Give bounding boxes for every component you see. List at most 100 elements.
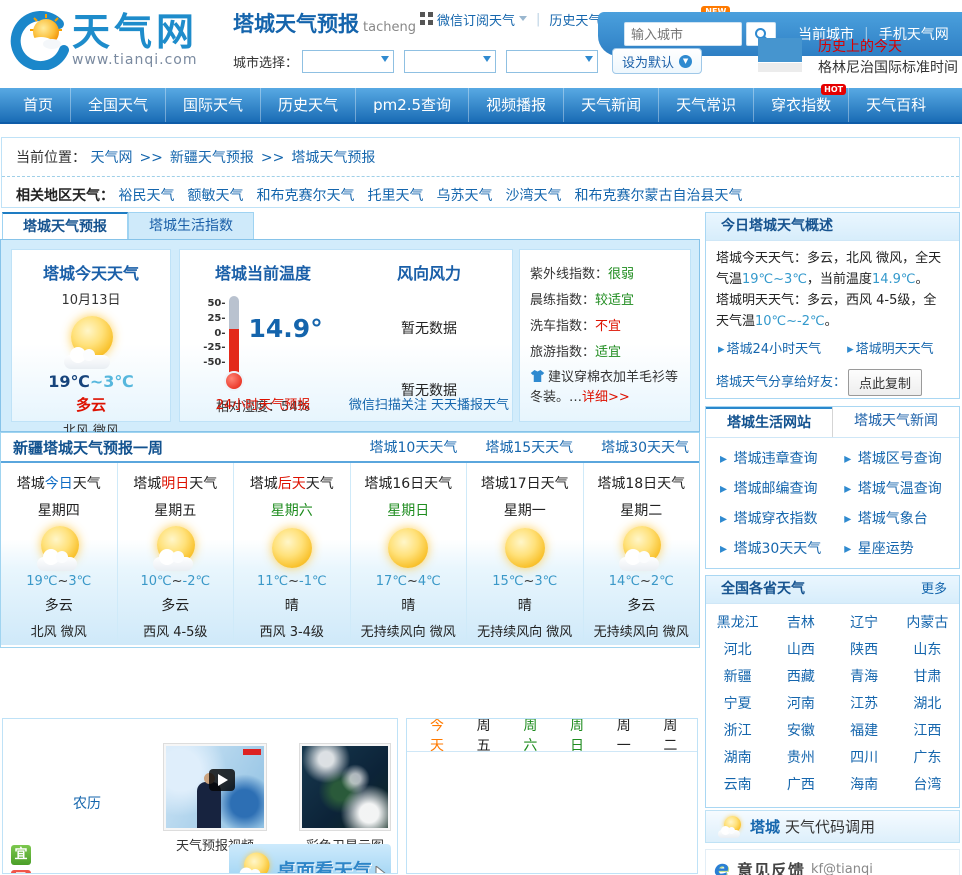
province-link[interactable]: 陕西: [833, 637, 896, 664]
life-link[interactable]: ▸ 塔城违章查询: [720, 444, 844, 474]
province-link[interactable]: 安徽: [769, 718, 832, 745]
life-link[interactable]: ▸ 塔城气象台: [844, 504, 959, 534]
code-widget-city[interactable]: 塔城: [750, 816, 780, 837]
history-weather-link[interactable]: 历史天气: [549, 10, 601, 29]
nav-item-天气常识[interactable]: 天气常识: [659, 88, 755, 122]
week-day-column[interactable]: 塔城18日天气 星期二 14℃~2℃ 多云 无持续风向 微风: [583, 463, 699, 645]
province-dropdown[interactable]: [302, 49, 395, 73]
life-link[interactable]: ▸ 塔城30天天气: [720, 534, 844, 564]
index-value-link[interactable]: 很弱: [608, 267, 634, 282]
desktop-weather-banner[interactable]: 桌面看天气: [229, 844, 391, 873]
nav-item-全国天气[interactable]: 全国天气: [71, 88, 167, 122]
related-area-link[interactable]: 和布克赛尔蒙古自治县天气: [574, 188, 742, 204]
province-link[interactable]: 西藏: [769, 664, 832, 691]
related-area-link[interactable]: 额敏天气: [187, 188, 243, 204]
nav-item-天气新闻[interactable]: 天气新闻: [564, 88, 660, 122]
weather-code-widget[interactable]: 塔城 天气代码调用: [705, 810, 960, 843]
province-link[interactable]: 青海: [833, 664, 896, 691]
copy-button[interactable]: 点此复制: [848, 369, 923, 397]
province-link[interactable]: 辽宁: [833, 610, 896, 637]
week-range-link[interactable]: 塔城30天天气: [601, 440, 689, 456]
overview-link[interactable]: ▸ 塔城明天天气: [847, 339, 934, 360]
nav-item-国际天气[interactable]: 国际天气: [166, 88, 262, 122]
link-24h-forecast[interactable]: 24小时天气预报: [180, 394, 346, 413]
week-day-column[interactable]: 塔城后天天气 星期六 11℃~-1℃ 晴西风 3-4级: [234, 463, 351, 645]
nav-item-视频播报[interactable]: 视频播报: [469, 88, 565, 122]
life-link[interactable]: ▸ 塔城气温查询: [844, 474, 959, 504]
province-link[interactable]: 台湾: [896, 772, 959, 799]
province-link[interactable]: 贵州: [769, 745, 832, 772]
city-dropdown[interactable]: [404, 49, 497, 73]
nav-item-pm2.5查询[interactable]: pm2.5查询: [356, 88, 470, 122]
life-link[interactable]: ▸ 塔城邮编查询: [720, 474, 844, 504]
tab-weather-forecast[interactable]: 塔城天气预报: [2, 212, 128, 239]
day-tab-周日[interactable]: 周日: [557, 719, 604, 755]
related-area-link[interactable]: 和布克赛尔天气: [256, 188, 354, 204]
related-area-link[interactable]: 乌苏天气: [436, 188, 492, 204]
overview-link[interactable]: ▸ 塔城24小时天气: [718, 339, 821, 360]
search-input[interactable]: [624, 22, 742, 46]
breadcrumb-link[interactable]: 塔城天气预报: [291, 150, 375, 166]
province-link[interactable]: 黑龙江: [706, 610, 769, 637]
province-link[interactable]: 浙江: [706, 718, 769, 745]
life-link[interactable]: ▸ 塔城穿衣指数: [720, 504, 844, 534]
feedback-bar[interactable]: e 意见反馈 kf@tianqi: [705, 849, 960, 875]
wechat-subscribe-link[interactable]: 微信订阅天气: [420, 10, 528, 29]
week-day-column[interactable]: 塔城今日天气 星期四 19℃~3℃ 多云 北风 微风: [1, 463, 118, 645]
province-link[interactable]: 山西: [769, 637, 832, 664]
province-link[interactable]: 江西: [896, 718, 959, 745]
nav-item-穿衣指数[interactable]: 穿衣指数 HOT: [754, 84, 850, 122]
province-link[interactable]: 新疆: [706, 664, 769, 691]
weather-video-thumbnail[interactable]: [163, 743, 267, 831]
provinces-more-link[interactable]: 更多: [921, 576, 947, 603]
satellite-thumbnail[interactable]: [299, 743, 391, 831]
day-tab-周二[interactable]: 周二: [650, 719, 697, 755]
life-link[interactable]: ▸ 星座运势: [844, 534, 959, 564]
week-range-link[interactable]: 塔城10天天气: [370, 440, 458, 456]
tab-life-index[interactable]: 塔城生活指数: [128, 212, 254, 239]
day-tab-今天[interactable]: 今天: [417, 719, 464, 755]
related-area-link[interactable]: 裕民天气: [118, 188, 174, 204]
county-dropdown[interactable]: [506, 49, 599, 73]
nav-item-首页[interactable]: 首页: [6, 88, 72, 122]
province-link[interactable]: 河北: [706, 637, 769, 664]
province-link[interactable]: 山东: [896, 637, 959, 664]
breadcrumb-link[interactable]: 天气网: [90, 150, 132, 166]
week-day-column[interactable]: 塔城明日天气 星期五 10℃~-2℃ 多云 西风 4-5级: [117, 463, 234, 645]
week-day-column[interactable]: 塔城17日天气 星期一 15℃~3℃ 晴无持续风向 微风: [467, 463, 584, 645]
nav-item-天气百科[interactable]: 天气百科: [849, 88, 943, 122]
province-link[interactable]: 甘肃: [896, 664, 959, 691]
province-link[interactable]: 四川: [833, 745, 896, 772]
week-day-column[interactable]: 塔城16日天气 星期日 17℃~4℃ 晴无持续风向 微风: [350, 463, 467, 645]
index-value-link[interactable]: 适宜: [595, 345, 621, 360]
province-link[interactable]: 广西: [769, 772, 832, 799]
day-tab-周六[interactable]: 周六: [510, 719, 557, 755]
province-link[interactable]: 湖南: [706, 745, 769, 772]
dressing-detail-link[interactable]: 详细>>: [582, 390, 630, 405]
province-link[interactable]: 湖北: [896, 691, 959, 718]
tab-life-sites[interactable]: 塔城生活网站: [706, 407, 832, 437]
week-range-link[interactable]: 塔城15天天气: [485, 440, 573, 456]
related-area-link[interactable]: 沙湾天气: [505, 188, 561, 204]
set-default-button[interactable]: 设为默认 ▼: [612, 48, 703, 74]
index-value-link[interactable]: 较适宜: [595, 293, 634, 308]
province-link[interactable]: 海南: [833, 772, 896, 799]
tab-weather-news[interactable]: 塔城天气新闻: [832, 407, 959, 437]
site-logo[interactable]: 天气网 www.tianqi.com: [10, 10, 198, 70]
province-link[interactable]: 河南: [769, 691, 832, 718]
play-icon[interactable]: [209, 769, 235, 792]
history-today-title[interactable]: 历史上的今天: [818, 36, 902, 56]
life-link[interactable]: ▸ 塔城区号查询: [844, 444, 959, 474]
province-link[interactable]: 宁夏: [706, 691, 769, 718]
province-link[interactable]: 云南: [706, 772, 769, 799]
province-link[interactable]: 江苏: [833, 691, 896, 718]
nav-item-历史天气[interactable]: 历史天气: [261, 88, 357, 122]
related-area-link[interactable]: 托里天气: [367, 188, 423, 204]
province-link[interactable]: 吉林: [769, 610, 832, 637]
index-value-link[interactable]: 不宜: [595, 319, 621, 334]
province-link[interactable]: 广东: [896, 745, 959, 772]
wechat-scan-link[interactable]: 微信扫描关注 天天播报天气: [346, 394, 512, 413]
province-link[interactable]: 福建: [833, 718, 896, 745]
breadcrumb-link[interactable]: 新疆天气预报: [170, 150, 254, 166]
day-tab-周一[interactable]: 周一: [604, 719, 651, 755]
